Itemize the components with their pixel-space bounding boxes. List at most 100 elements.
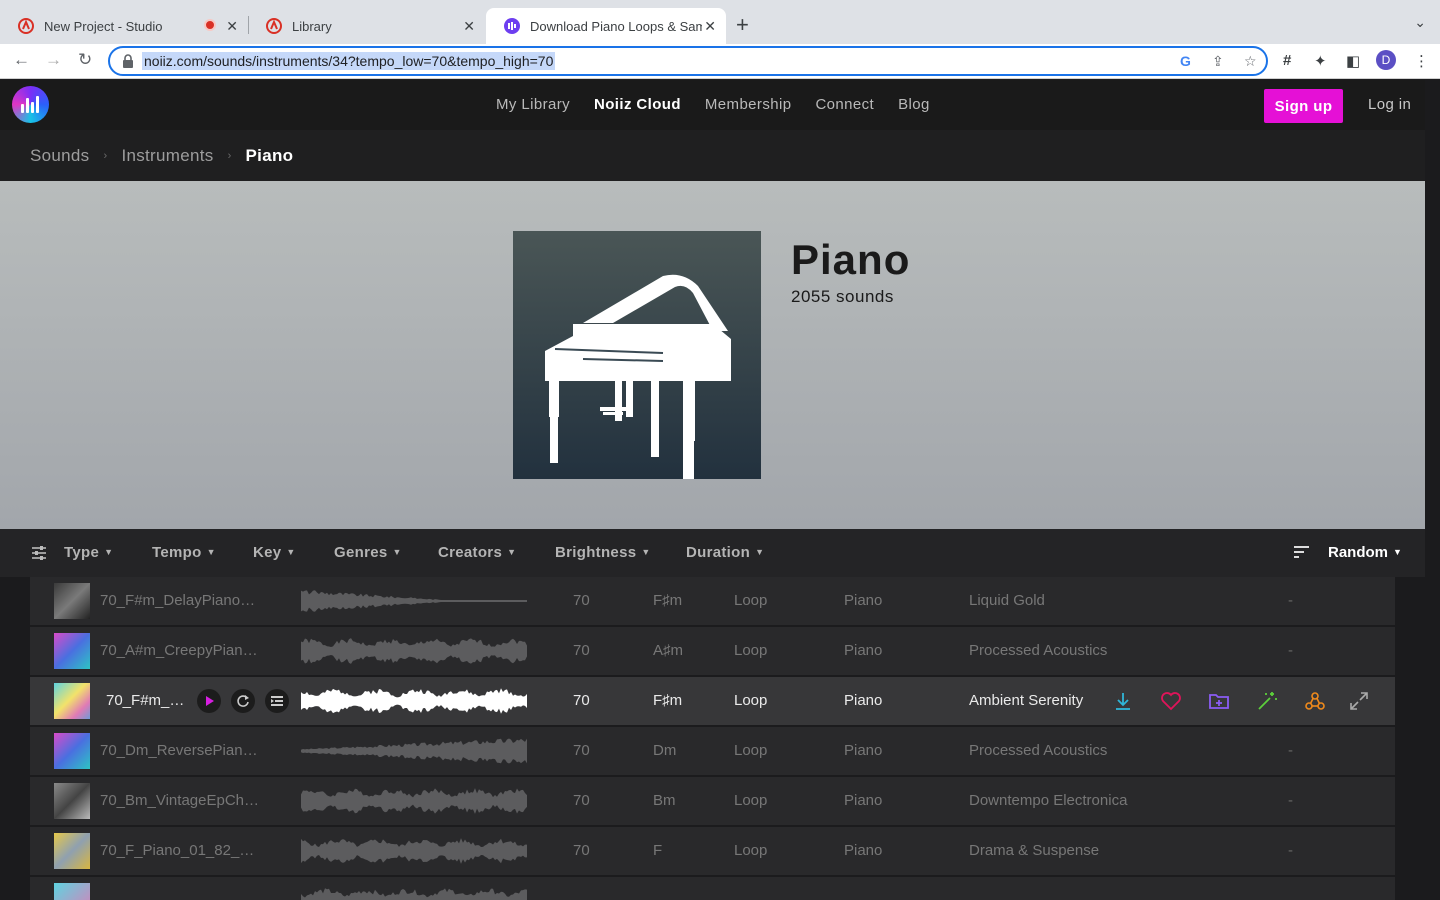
sound-name[interactable]: 70_F_Piano_01_82_SP.... [100, 842, 260, 859]
waveform[interactable] [301, 735, 527, 767]
more-menu-icon[interactable]: ⋮ [1414, 52, 1429, 70]
waveform[interactable] [301, 585, 527, 617]
extension-grid-icon[interactable]: # [1283, 52, 1291, 69]
log-in-link[interactable]: Log in [1368, 96, 1411, 113]
profile-avatar[interactable]: D [1376, 50, 1396, 70]
add-to-folder-icon[interactable] [1208, 690, 1230, 712]
sound-genre[interactable]: Liquid Gold [969, 592, 1045, 609]
tab-title: Library [292, 18, 332, 34]
sound-genre[interactable]: Downtempo Electronica [969, 792, 1127, 809]
filter-label: Tempo [152, 544, 202, 561]
sound-genre[interactable]: Drama & Suspense [969, 842, 1099, 859]
caret-down-icon: ▼ [104, 547, 114, 557]
pack-thumbnail[interactable] [54, 733, 90, 769]
filter-creators[interactable]: Creators ▼ [438, 544, 516, 561]
sound-genre[interactable]: Processed Acoustics [969, 642, 1107, 659]
waveform-shape [301, 688, 527, 714]
loop-icon [237, 695, 249, 707]
share-icon[interactable]: ⇪ [1212, 53, 1224, 70]
sound-row[interactable]: 70_F_Piano_01_82_SP.... 70 F Loop Piano … [30, 827, 1395, 875]
pack-thumbnail[interactable] [54, 583, 90, 619]
waveform[interactable] [301, 635, 527, 667]
nav-my-library[interactable]: My Library [496, 96, 570, 113]
filter-label: Genres [334, 544, 388, 561]
filter-tempo[interactable]: Tempo ▼ [152, 544, 216, 561]
pack-thumbnail[interactable] [54, 633, 90, 669]
breadcrumb-sounds[interactable]: Sounds [30, 146, 89, 166]
sound-extra: - [1288, 742, 1293, 759]
new-tab-icon[interactable]: + [736, 12, 749, 38]
caret-down-icon: ▼ [206, 547, 216, 557]
recording-indicator-icon [204, 19, 216, 31]
noiiz-logo[interactable] [12, 86, 49, 123]
sound-row[interactable]: 70_Bm_VintageEpChr... 70 Bm Loop Piano D… [30, 777, 1395, 825]
sound-type: Loop [734, 592, 768, 609]
play-button[interactable] [197, 689, 221, 713]
waveform[interactable] [301, 885, 527, 900]
bookmark-star-icon[interactable]: ☆ [1244, 53, 1257, 70]
browser-tab-noiiz[interactable]: Download Piano Loops & Samp ✕ [486, 8, 726, 44]
sound-row[interactable]: 70_Dm_ReversePiano... 70 Dm Loop Piano P… [30, 727, 1395, 775]
close-tab-icon[interactable]: ✕ [226, 18, 238, 35]
sound-genre[interactable]: Processed Acoustics [969, 742, 1107, 759]
tab-search-chevron-icon[interactable]: ⌄ [1414, 14, 1426, 31]
logo-bars-icon [21, 96, 40, 113]
sort-icon[interactable] [1294, 545, 1310, 559]
extensions-puzzle-icon[interactable]: ✦ [1314, 52, 1327, 70]
google-lens-icon[interactable]: G [1180, 53, 1191, 69]
favorite-heart-icon[interactable] [1160, 690, 1182, 712]
nav-blog[interactable]: Blog [898, 96, 930, 113]
sound-name[interactable]: 70_A#m_CreepyPiano... [100, 642, 260, 659]
caret-down-icon: ▼ [641, 547, 651, 557]
sound-row[interactable]: 70_A#m_CreepyPiano... 70 A♯m Loop Piano … [30, 627, 1395, 675]
waveform[interactable] [301, 835, 527, 867]
magic-wand-icon[interactable] [1256, 690, 1278, 712]
filter-sliders-icon[interactable] [31, 545, 47, 561]
reload-icon[interactable]: ↻ [78, 50, 92, 70]
download-icon[interactable] [1112, 690, 1134, 712]
sound-name[interactable]: 70_F#m_A... [106, 692, 186, 709]
sound-genre[interactable]: Ambient Serenity [969, 692, 1083, 709]
loop-button[interactable] [231, 689, 255, 713]
waveform-active[interactable] [301, 685, 527, 717]
filter-duration[interactable]: Duration ▼ [686, 544, 764, 561]
sound-name[interactable]: 70_F#m_DelayPiano_... [100, 592, 260, 609]
expand-icon[interactable] [1348, 690, 1370, 712]
browser-tab-library[interactable]: Library ✕ [248, 8, 485, 44]
sound-row-active[interactable]: 70_F#m_A... 70 F♯m Loop Piano Ambient Se… [30, 677, 1395, 725]
address-bar[interactable]: noiiz.com/sounds/instruments/34?tempo_lo… [108, 46, 1268, 76]
pack-thumbnail[interactable] [54, 833, 90, 869]
sound-type: Loop [734, 742, 768, 759]
tab-title: Download Piano Loops & Samp [530, 18, 702, 34]
stems-network-icon[interactable] [1304, 690, 1326, 712]
nav-membership[interactable]: Membership [705, 96, 792, 113]
filter-type[interactable]: Type ▼ [64, 544, 113, 561]
filter-genres[interactable]: Genres ▼ [334, 544, 402, 561]
sound-row[interactable]: 70_F#m_DelayPiano_... 70 F♯m Loop Piano … [30, 577, 1395, 625]
nav-noiiz-cloud[interactable]: Noiiz Cloud [594, 96, 681, 113]
filter-brightness[interactable]: Brightness ▼ [555, 544, 651, 561]
forward-arrow-icon[interactable]: → [45, 50, 62, 70]
pack-thumbnail[interactable] [54, 783, 90, 819]
nav-connect[interactable]: Connect [815, 96, 874, 113]
sound-tempo: 70 [573, 692, 590, 709]
browser-tab-bar: New Project - Studio ✕ Library ✕ Downloa… [0, 0, 1440, 44]
close-tab-icon[interactable]: ✕ [463, 18, 475, 35]
url-text[interactable]: noiiz.com/sounds/instruments/34?tempo_lo… [142, 52, 556, 70]
sound-name[interactable]: 70_Dm_ReversePiano... [100, 742, 260, 759]
sort-dropdown[interactable]: Random ▼ [1328, 544, 1402, 561]
pack-thumbnail[interactable] [54, 683, 90, 719]
sound-key: F [653, 842, 663, 859]
sound-row-partial[interactable] [30, 877, 1395, 900]
pack-thumbnail[interactable] [54, 883, 90, 900]
sound-name[interactable]: 70_Bm_VintageEpChr... [100, 792, 260, 809]
filter-bar: Type ▼ Tempo ▼ Key ▼ Genres ▼ Creators ▼ Brig… [0, 529, 1425, 577]
sign-up-button[interactable]: Sign up [1264, 89, 1343, 123]
back-arrow-icon[interactable]: ← [13, 50, 30, 70]
add-to-queue-button[interactable] [265, 689, 289, 713]
close-tab-icon[interactable]: ✕ [704, 18, 716, 35]
waveform[interactable] [301, 785, 527, 817]
breadcrumb-instruments[interactable]: Instruments [121, 146, 213, 166]
filter-key[interactable]: Key ▼ [253, 544, 296, 561]
side-panel-icon[interactable]: ◧ [1346, 52, 1360, 70]
